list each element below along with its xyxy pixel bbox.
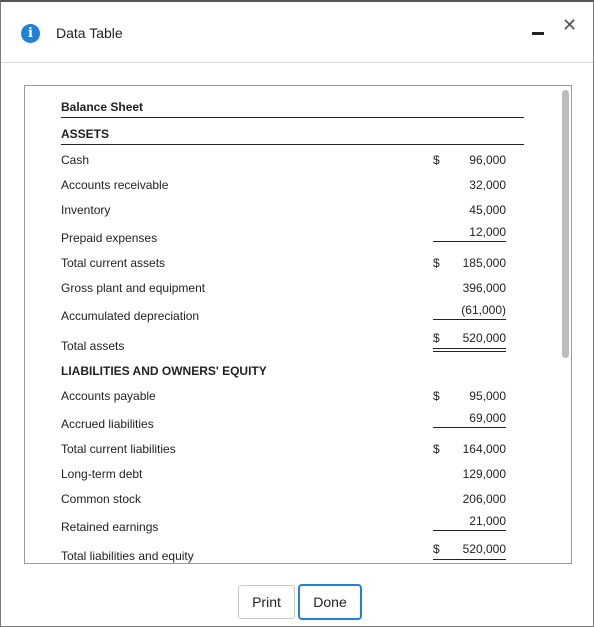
dialog-titlebar: i Data Table ✕	[1, 2, 593, 63]
print-button[interactable]: Print	[238, 585, 295, 619]
heading-rule	[61, 117, 524, 118]
total-double-rule	[433, 348, 506, 349]
scrollbar-thumb[interactable]	[562, 90, 569, 358]
total-double-rule	[433, 351, 506, 352]
dialog-title: Data Table	[56, 25, 123, 41]
close-icon[interactable]: ✕	[562, 17, 577, 35]
dialog-footer: Print Done	[1, 562, 593, 626]
total-double-rule	[433, 559, 506, 560]
table-scroll-area[interactable]: Balance Sheet ASSETS Cash $ 96,000 Accou…	[24, 85, 572, 564]
subtotal-rule	[433, 530, 506, 531]
subtotal-rule	[433, 319, 506, 320]
minimize-icon[interactable]	[532, 32, 544, 35]
data-table-dialog: i Data Table ✕ Balance Sheet ASSETS Cash…	[0, 0, 594, 627]
assets-rule	[61, 144, 524, 145]
subtotal-rule	[433, 241, 506, 242]
done-button[interactable]: Done	[298, 584, 362, 620]
info-icon: i	[21, 24, 40, 43]
subtotal-rule	[433, 427, 506, 428]
